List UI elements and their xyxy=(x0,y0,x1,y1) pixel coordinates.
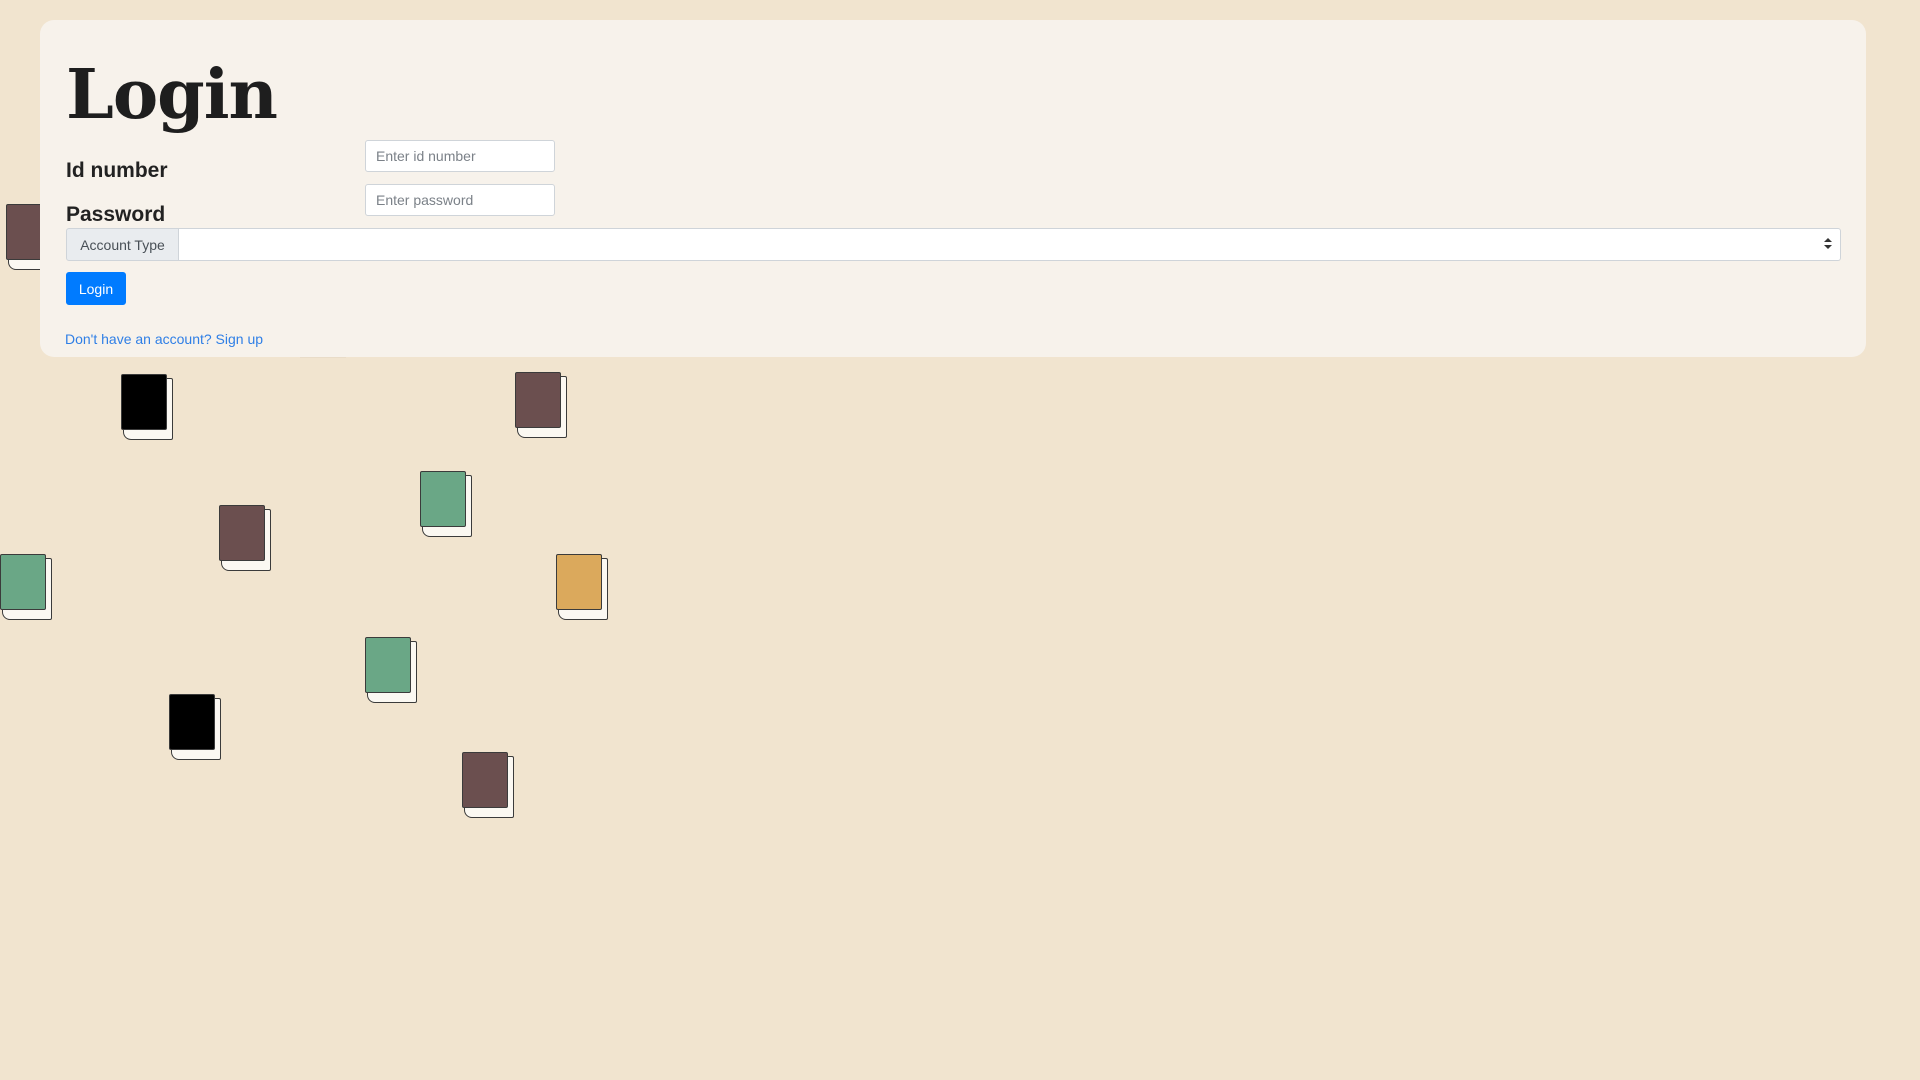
book-icon xyxy=(0,554,52,620)
id-number-label: Id number xyxy=(66,159,168,182)
login-page: Login Id number Password Account Type Lo… xyxy=(0,0,1920,1080)
login-button[interactable]: Login xyxy=(66,272,126,305)
password-label: Password xyxy=(66,203,166,226)
book-icon xyxy=(420,471,472,537)
book-icon xyxy=(365,637,417,703)
password-input[interactable] xyxy=(365,184,555,216)
book-icon xyxy=(169,694,221,760)
login-card: Login Id number Password Account Type Lo… xyxy=(40,20,1866,357)
book-icon xyxy=(515,372,567,438)
book-icon xyxy=(556,554,608,620)
book-icon xyxy=(462,752,514,818)
select-arrows-icon xyxy=(1824,237,1832,251)
book-icon xyxy=(219,505,271,571)
book-icon xyxy=(121,374,173,440)
signup-link[interactable]: Don't have an account? Sign up xyxy=(65,331,263,347)
account-type-label: Account Type xyxy=(66,228,179,261)
account-type-select[interactable] xyxy=(179,228,1841,261)
page-title: Login xyxy=(66,55,278,135)
id-number-input[interactable] xyxy=(365,140,555,172)
account-type-group: Account Type xyxy=(66,228,1841,261)
